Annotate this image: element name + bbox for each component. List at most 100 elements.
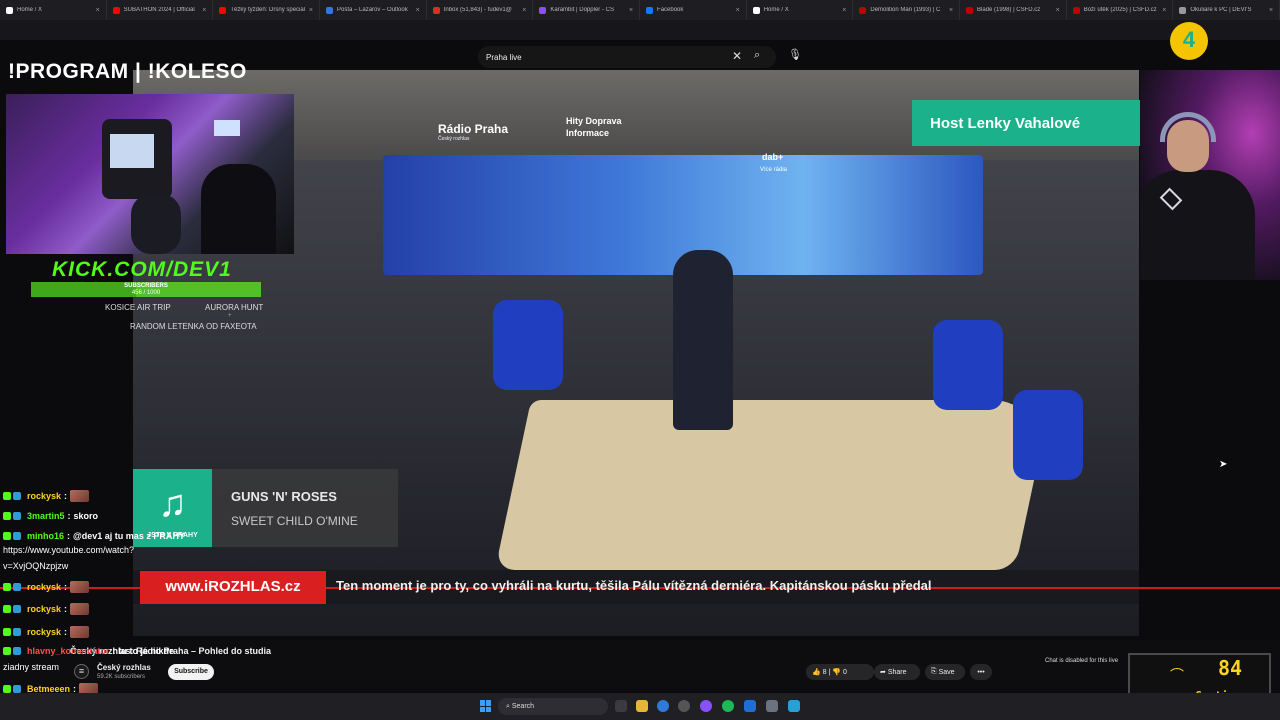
like-dislike-group[interactable]: 👍 8 | 👎 0 bbox=[806, 664, 874, 680]
browser-tab-title: Facebook bbox=[657, 7, 684, 13]
chat-separator: : bbox=[67, 511, 71, 521]
close-tab-icon[interactable]: × bbox=[629, 7, 633, 14]
chat-badge-icon bbox=[3, 647, 11, 655]
chat-username[interactable]: hlavny_komentator bbox=[27, 646, 110, 656]
streamer-figure bbox=[131, 194, 181, 254]
goal-item: AURORA HUNT bbox=[205, 303, 264, 312]
headphones-icon bbox=[1160, 112, 1216, 142]
like-icon[interactable]: 👍 bbox=[812, 668, 821, 676]
search-icon[interactable]: ⌕ bbox=[754, 49, 760, 62]
file-explorer-icon[interactable] bbox=[636, 700, 648, 712]
close-tab-icon[interactable]: × bbox=[1162, 7, 1166, 14]
youtube-search-input[interactable]: Praha live ✕ ⌕ bbox=[478, 46, 776, 68]
close-tab-icon[interactable]: × bbox=[1269, 7, 1273, 14]
chat-badges bbox=[3, 647, 23, 655]
dislike-count: 0 bbox=[842, 668, 847, 676]
close-tab-icon[interactable]: × bbox=[522, 7, 526, 14]
like-count: 8 bbox=[822, 668, 827, 676]
chat-badge-icon bbox=[13, 647, 21, 655]
save-button[interactable]: ⎘ Save bbox=[925, 664, 965, 680]
chat-badge-icon bbox=[3, 492, 11, 500]
studio-chair bbox=[933, 320, 1003, 410]
clear-search-icon[interactable]: ✕ bbox=[732, 49, 742, 63]
chat-badge-icon bbox=[13, 628, 21, 636]
chat-badge-icon bbox=[13, 685, 21, 693]
chat-username[interactable]: minho16 bbox=[27, 531, 64, 541]
chat-text: skoro bbox=[73, 511, 99, 521]
browser-tab[interactable]: Inbox (51,843) - fudev1@ × bbox=[427, 0, 534, 20]
browser-tab[interactable]: Boží útěk (2025) | ČSFD.cz × bbox=[1067, 0, 1174, 20]
close-tab-icon[interactable]: × bbox=[416, 7, 420, 14]
browser-tab[interactable]: Karambit | Doppler - CS × bbox=[533, 0, 641, 20]
channel-avatar[interactable]: ≡ bbox=[74, 664, 89, 679]
browser-tab[interactable]: Demolition Man (1993) | Č × bbox=[853, 0, 961, 20]
dab-label: dab+ bbox=[762, 152, 784, 162]
chat-username[interactable]: rockysk bbox=[27, 627, 61, 637]
csfd-icon bbox=[966, 6, 974, 14]
chat-badges bbox=[3, 685, 23, 693]
close-tab-icon[interactable]: × bbox=[842, 7, 846, 14]
browser-tab[interactable]: Home / X × bbox=[0, 0, 107, 20]
chat-username[interactable]: 3martin5 bbox=[27, 511, 65, 521]
share-button[interactable]: ➦ Share bbox=[874, 664, 920, 680]
csfd-icon bbox=[1072, 6, 1080, 14]
chat-message: minho16: @dev1 aj tu mas z PRAHY bbox=[3, 531, 185, 541]
chat-badge-icon bbox=[13, 512, 21, 520]
browser-tab[interactable]: Home / X × bbox=[747, 0, 854, 20]
app-icon[interactable] bbox=[766, 700, 778, 712]
browser-tab-title: Demolition Man (1993) | Č bbox=[870, 7, 941, 13]
chat-badges bbox=[3, 628, 23, 636]
browser-tab[interactable]: Facebook × bbox=[640, 0, 747, 20]
more-actions-button[interactable]: ••• bbox=[970, 664, 992, 680]
browser-tab-title: Home / X bbox=[17, 7, 43, 13]
task-view-icon[interactable] bbox=[615, 700, 627, 712]
channel-subscribers: 59.2K subscribers bbox=[97, 674, 146, 680]
streamer-webcam bbox=[1140, 70, 1280, 280]
now-playing-song: SWEET CHILD O'MINE bbox=[231, 514, 358, 528]
close-tab-icon[interactable]: × bbox=[96, 7, 100, 14]
browser-tab[interactable]: Blade (1998) | ČSFD.cz × bbox=[960, 0, 1067, 20]
terminal-icon[interactable] bbox=[788, 700, 800, 712]
close-tab-icon[interactable]: × bbox=[949, 7, 953, 14]
chat-badge-icon bbox=[3, 628, 11, 636]
chat-text: tu to je nikde bbox=[118, 646, 175, 656]
close-tab-icon[interactable]: × bbox=[736, 7, 740, 14]
chat-message: rockysk: bbox=[3, 581, 90, 593]
channel-name[interactable]: Český rozhlas bbox=[97, 663, 151, 672]
close-tab-icon[interactable]: × bbox=[202, 7, 206, 14]
goal-plus: + bbox=[228, 313, 232, 319]
microphone-icon[interactable]: 🎙 bbox=[787, 48, 803, 66]
dislike-icon[interactable]: 👎 bbox=[832, 668, 841, 676]
share-icon: ➦ bbox=[880, 669, 886, 676]
windows-start-icon[interactable] bbox=[480, 700, 492, 712]
taskbar-search[interactable]: ⌕ Search bbox=[498, 698, 608, 715]
chat-badges bbox=[3, 512, 23, 520]
chat-username[interactable]: rockysk bbox=[27, 491, 61, 501]
browser-tab[interactable]: SUBATHON 2024 | Officiál × bbox=[107, 0, 214, 20]
discord-icon[interactable] bbox=[700, 700, 712, 712]
subscribe-button[interactable]: Subscribe bbox=[168, 664, 214, 680]
chat-emote-icon bbox=[70, 603, 90, 615]
browser-tab[interactable]: Okuliare k PC | DEVI'S × bbox=[1173, 0, 1280, 20]
settings-gear-icon[interactable] bbox=[678, 700, 690, 712]
streamer-setup-camera bbox=[6, 94, 294, 254]
host-banner: Host Lenky Vahalové bbox=[912, 100, 1140, 146]
chat-badge-icon bbox=[3, 512, 11, 520]
chat-badge-icon bbox=[13, 583, 21, 591]
close-tab-icon[interactable]: × bbox=[1056, 7, 1060, 14]
chat-emote-icon bbox=[70, 626, 90, 638]
chat-text: https://www.youtube.com/watch? bbox=[3, 545, 135, 555]
chat-badges bbox=[3, 532, 23, 540]
spotify-icon[interactable] bbox=[722, 700, 734, 712]
x-logo-icon bbox=[6, 6, 13, 14]
browser-tab[interactable]: Pošta – Lazarov – Outlook × bbox=[320, 0, 427, 20]
browser-tab[interactable]: Těžký týždeň: Drsný speciál × bbox=[213, 0, 321, 20]
chat-username[interactable]: rockysk bbox=[27, 582, 61, 592]
chat-text: ziadny stream bbox=[3, 662, 60, 672]
share-label: Share bbox=[887, 668, 907, 676]
chat-username[interactable]: rockysk bbox=[27, 604, 61, 614]
word-icon[interactable] bbox=[744, 700, 756, 712]
chrome-icon[interactable] bbox=[657, 700, 669, 712]
close-tab-icon[interactable]: × bbox=[309, 7, 313, 14]
chat-text: v=XvjOQNzpjzw bbox=[3, 561, 69, 571]
